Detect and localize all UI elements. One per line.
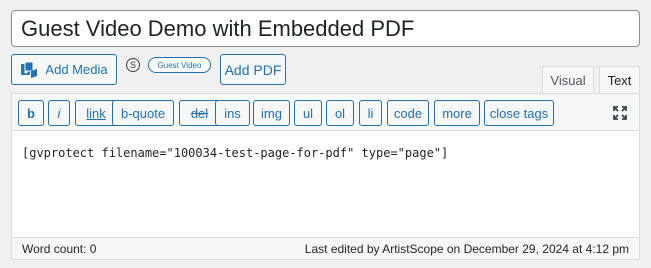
- post-title-input[interactable]: [11, 10, 640, 47]
- ol-button[interactable]: ol: [326, 100, 354, 126]
- add-pdf-button[interactable]: Add PDF: [220, 54, 286, 85]
- del-button[interactable]: del: [179, 100, 220, 126]
- guest-video-button[interactable]: Guest Video: [148, 57, 211, 73]
- close-tags-button[interactable]: close tags: [484, 100, 554, 126]
- bold-button[interactable]: b: [18, 100, 44, 126]
- img-button[interactable]: img: [253, 100, 290, 126]
- add-media-label: Add Media: [45, 62, 108, 77]
- editor-statusbar: Word count: 0 Last edited by ArtistScope…: [12, 237, 639, 259]
- media-icon: [20, 61, 38, 79]
- tab-text[interactable]: Text: [599, 66, 640, 94]
- link-button[interactable]: link: [75, 100, 117, 126]
- li-button[interactable]: li: [359, 100, 382, 126]
- quicktags-toolbar: b i link b-quote del ins img ul ol li co…: [12, 94, 639, 131]
- word-count: Word count: 0: [22, 242, 97, 256]
- italic-button[interactable]: i: [48, 100, 70, 126]
- guest-video-icon[interactable]: S: [126, 58, 140, 72]
- add-media-button[interactable]: Add Media: [11, 54, 117, 85]
- blockquote-button[interactable]: b-quote: [112, 100, 174, 126]
- code-button[interactable]: code: [387, 100, 429, 126]
- last-edited: Last edited by ArtistScope on December 2…: [304, 242, 629, 256]
- editor-content[interactable]: [gvprotect filename="100034-test-page-fo…: [22, 146, 448, 160]
- link-button-label: link: [86, 105, 106, 121]
- del-button-label: del: [190, 105, 209, 121]
- tab-visual[interactable]: Visual: [542, 66, 594, 94]
- fullscreen-expand-icon[interactable]: [612, 105, 628, 121]
- ins-button[interactable]: ins: [215, 100, 250, 126]
- more-button[interactable]: more: [434, 100, 480, 126]
- ul-button[interactable]: ul: [294, 100, 322, 126]
- text-editor: b i link b-quote del ins img ul ol li co…: [11, 93, 640, 260]
